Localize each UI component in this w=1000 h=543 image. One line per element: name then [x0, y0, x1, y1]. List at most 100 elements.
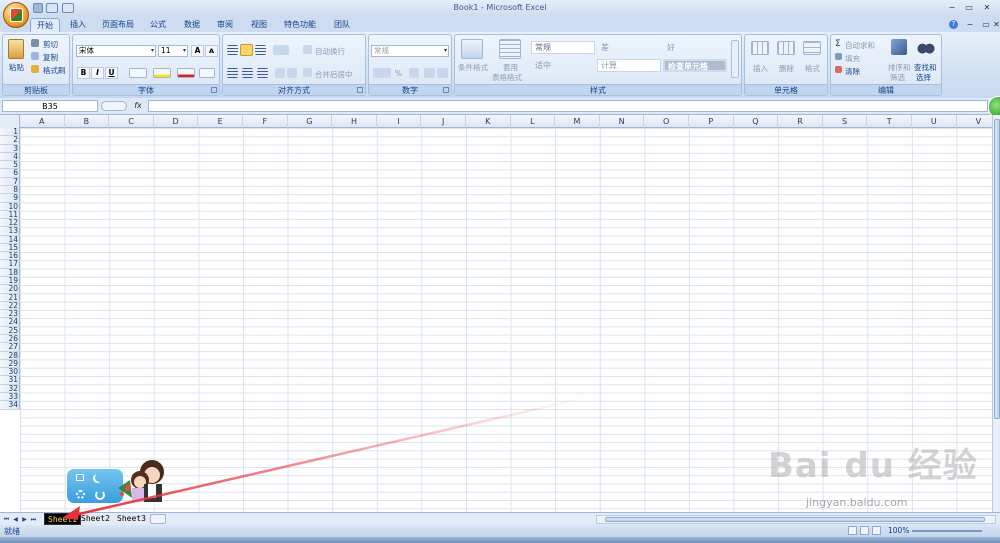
column-header[interactable]: E — [198, 115, 243, 128]
column-header[interactable]: P — [689, 115, 734, 128]
column-header[interactable]: G — [288, 115, 333, 128]
insert-sheet-icon[interactable] — [150, 514, 166, 524]
sort-filter-icon[interactable] — [891, 39, 907, 55]
align-top-icon[interactable] — [227, 45, 238, 55]
increase-decimal-icon[interactable] — [424, 68, 435, 78]
font-dialog-launcher-icon[interactable] — [211, 87, 217, 93]
align-right-icon[interactable] — [257, 68, 268, 78]
percent-button[interactable]: % — [395, 69, 402, 78]
vertical-scroll-thumb[interactable] — [994, 119, 1000, 419]
align-center-icon[interactable] — [242, 68, 253, 78]
wrap-text-button[interactable]: 自动换行 — [315, 46, 345, 57]
column-header[interactable]: Q — [734, 115, 779, 128]
sheet-tab-sheet3[interactable]: Sheet3 — [114, 513, 149, 525]
page-layout-view-icon[interactable] — [860, 526, 869, 535]
style-calculation[interactable]: 计算 — [597, 59, 661, 72]
decrease-decimal-icon[interactable] — [437, 68, 448, 78]
currency-icon[interactable] — [373, 68, 391, 78]
normal-view-icon[interactable] — [848, 526, 857, 535]
help-icon[interactable]: ? — [949, 20, 958, 29]
floating-widget[interactable] — [66, 458, 194, 504]
delete-cells-icon[interactable] — [777, 41, 795, 55]
name-box[interactable]: B35 — [2, 100, 98, 112]
column-header[interactable]: F — [243, 115, 288, 128]
prev-sheet-icon[interactable]: ◀ — [11, 515, 20, 524]
ribbon-minimize-button[interactable]: − — [963, 19, 977, 30]
row-header[interactable]: 34 — [0, 401, 20, 410]
number-format-select[interactable]: 常规 ▾ — [371, 45, 449, 57]
column-header[interactable]: R — [778, 115, 823, 128]
underline-button[interactable]: U — [105, 67, 118, 79]
tab-view[interactable]: 视图 — [245, 18, 273, 32]
binoculars-icon[interactable] — [917, 39, 935, 55]
next-sheet-icon[interactable]: ▶ — [20, 515, 29, 524]
column-header[interactable]: I — [377, 115, 422, 128]
ribbon-close-button[interactable]: ✕ — [993, 19, 1000, 30]
column-header[interactable]: H — [332, 115, 377, 128]
column-header[interactable]: M — [555, 115, 600, 128]
font-size-select[interactable]: 11 ▾ — [158, 45, 188, 57]
style-bad[interactable]: 差 — [597, 41, 661, 54]
zoom-slider[interactable] — [912, 530, 982, 532]
sigma-icon[interactable]: Σ — [835, 39, 841, 49]
tab-team[interactable]: 团队 — [328, 18, 356, 32]
zoom-level[interactable]: 100% — [888, 526, 909, 535]
formula-toggle-icon[interactable] — [101, 101, 127, 111]
increase-indent-icon[interactable] — [287, 68, 297, 78]
close-button[interactable]: ✕ — [980, 2, 994, 13]
page-break-view-icon[interactable] — [872, 526, 881, 535]
phonetic-icon[interactable] — [199, 68, 215, 78]
style-good[interactable]: 好 — [663, 41, 727, 54]
tab-features[interactable]: 特色功能 — [278, 18, 322, 32]
insert-button[interactable]: 插入 — [753, 63, 768, 74]
conditional-format-icon[interactable] — [461, 39, 483, 59]
column-header[interactable]: N — [600, 115, 645, 128]
insert-cells-icon[interactable] — [751, 41, 769, 55]
column-header[interactable]: D — [154, 115, 199, 128]
restore-button[interactable]: ▭ — [962, 2, 976, 13]
bold-button[interactable]: B — [77, 67, 90, 79]
paste-button[interactable]: 粘贴 — [9, 62, 24, 73]
column-header[interactable]: T — [867, 115, 912, 128]
column-header[interactable]: B — [65, 115, 110, 128]
column-header[interactable]: V — [957, 115, 992, 128]
style-normal[interactable]: 常规 — [531, 41, 595, 54]
comma-icon[interactable] — [409, 68, 419, 78]
gear-icon[interactable] — [76, 490, 85, 499]
fill-color-icon[interactable] — [153, 68, 171, 78]
align-bottom-icon[interactable] — [255, 45, 266, 55]
format-as-table-icon[interactable] — [499, 39, 521, 59]
tab-review[interactable]: 审阅 — [211, 18, 239, 32]
number-dialog-launcher-icon[interactable] — [443, 87, 449, 93]
format-painter-icon[interactable] — [31, 65, 39, 73]
window-icon[interactable] — [76, 474, 84, 481]
horizontal-scroll-thumb[interactable] — [605, 517, 985, 522]
column-header[interactable]: A — [20, 115, 65, 128]
font-color-icon[interactable] — [177, 68, 195, 78]
italic-button[interactable]: I — [91, 67, 104, 79]
border-icon[interactable] — [129, 68, 147, 78]
clear-button[interactable]: 清除 — [845, 66, 860, 77]
wrap-text-icon[interactable] — [303, 45, 312, 54]
orientation-icon[interactable] — [273, 45, 289, 55]
formula-input[interactable] — [148, 100, 988, 112]
format-painter-button[interactable]: 格式刷 — [43, 65, 66, 76]
delete-button[interactable]: 删除 — [779, 63, 794, 74]
power-icon[interactable] — [95, 490, 105, 500]
format-cells-icon[interactable] — [803, 41, 821, 55]
horizontal-scrollbar[interactable] — [596, 515, 996, 524]
column-header[interactable]: S — [823, 115, 868, 128]
merge-center-button[interactable]: 合并后居中 — [315, 69, 353, 80]
column-header[interactable]: O — [644, 115, 689, 128]
paste-icon[interactable] — [8, 39, 24, 59]
copy-button[interactable]: 复制 — [43, 52, 58, 63]
style-check-cell[interactable]: 检查单元格 — [663, 59, 727, 72]
fill-icon[interactable] — [835, 53, 842, 60]
autosum-button[interactable]: 自动求和 — [845, 40, 875, 51]
align-middle-icon[interactable] — [240, 44, 253, 56]
ribbon-restore-button[interactable]: ▭ — [979, 19, 993, 30]
copy-icon[interactable] — [31, 52, 39, 60]
font-name-select[interactable]: 宋体 ▾ — [76, 45, 156, 57]
moon-icon[interactable] — [95, 473, 104, 482]
align-left-icon[interactable] — [227, 68, 238, 78]
